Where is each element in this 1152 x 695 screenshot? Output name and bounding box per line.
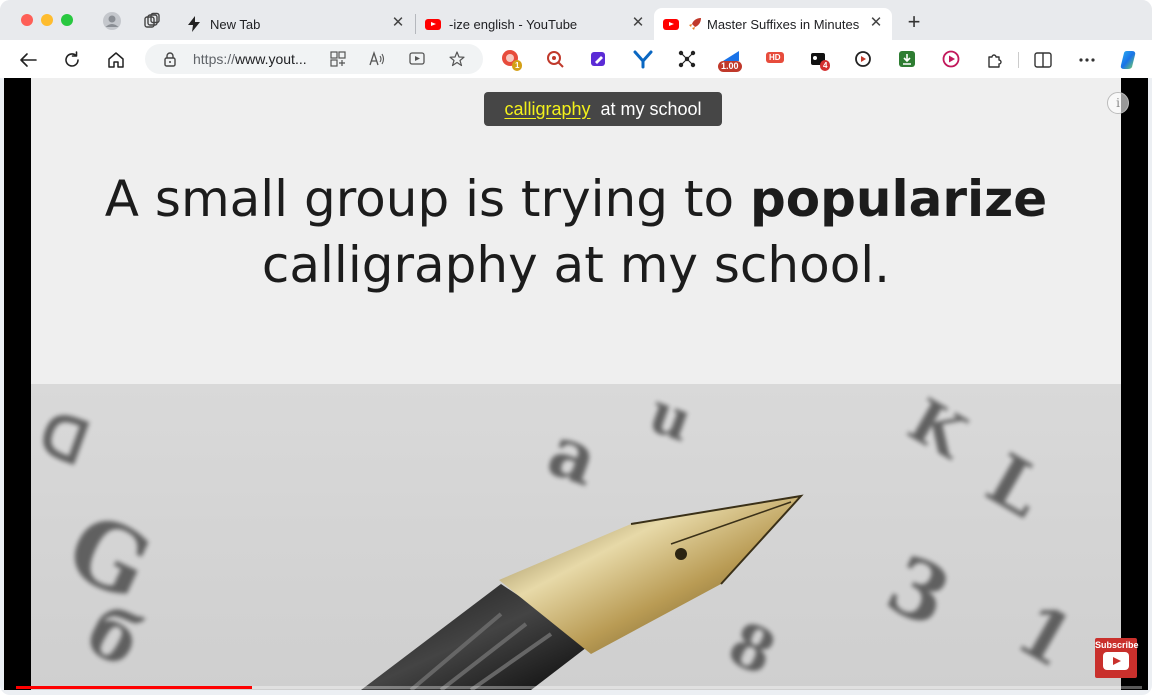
caption-highlight-word[interactable]: calligraphy: [504, 99, 590, 120]
favorite-star-icon[interactable]: [449, 51, 465, 72]
window-minimize-button[interactable]: [41, 14, 53, 26]
keyword-bold: popularize: [749, 170, 1048, 228]
read-aloud-icon[interactable]: [369, 50, 385, 72]
ext-record-icon[interactable]: 1: [501, 49, 523, 71]
ext-pen-icon[interactable]: [589, 49, 609, 69]
new-tab-button[interactable]: +: [904, 11, 924, 33]
tab-title: New Tab: [210, 16, 261, 32]
back-button[interactable]: [17, 49, 39, 71]
profile-icon[interactable]: [102, 11, 122, 31]
app-available-icon[interactable]: [330, 51, 346, 72]
ext-download-icon[interactable]: [897, 49, 917, 69]
sentence-line-2: calligraphy at my school.: [261, 236, 891, 294]
youtube-icon: [1103, 652, 1129, 670]
ext-speed-icon[interactable]: 1.00: [718, 49, 742, 72]
subscribe-watermark[interactable]: Subscribe: [1095, 638, 1139, 678]
ext-badge: 1.00: [718, 61, 742, 72]
address-bar[interactable]: https://www.yout...: [145, 44, 483, 74]
ext-badge: 1: [512, 60, 523, 71]
ext-play-icon[interactable]: [941, 49, 961, 69]
rocket-icon: [687, 16, 703, 32]
tab-close-icon[interactable]: ✕: [390, 15, 406, 31]
progress-bar-fill: [16, 686, 253, 689]
window-close-button[interactable]: [21, 14, 33, 26]
subtitle-caption: calligraphy at my school: [484, 92, 722, 126]
window-maximize-button[interactable]: [61, 14, 73, 26]
ext-hd-icon[interactable]: HD: [765, 49, 785, 69]
ext-video-icon[interactable]: [853, 49, 873, 69]
ext-y-icon[interactable]: [633, 49, 653, 69]
tab-strip: New Tab ✕ -ize english - YouTube ✕ Maste…: [0, 0, 1152, 40]
lock-icon[interactable]: [163, 51, 177, 72]
tab-title: Master Suffixes in Minutes:: [707, 16, 859, 32]
caption-text: at my school: [600, 98, 702, 119]
progress-bar[interactable]: [16, 686, 1142, 689]
ext-counter-icon[interactable]: 4: [809, 49, 831, 71]
workspaces-icon[interactable]: [142, 11, 162, 31]
tab-close-icon[interactable]: ✕: [868, 15, 884, 31]
sentence-line-1: A small group is trying to popularize: [104, 170, 1048, 228]
home-button[interactable]: [105, 49, 127, 71]
reload-button[interactable]: [61, 49, 83, 71]
ext-badge: 4: [820, 60, 831, 71]
fountain-pen-image: ᗡ G б a u K L 3 1 8: [31, 384, 1121, 690]
youtube-icon: [425, 16, 441, 32]
tab-master-suffixes[interactable]: Master Suffixes in Minutes: ✕: [654, 8, 892, 40]
url-text[interactable]: https://www.yout...: [193, 51, 307, 67]
ext-magnifier-icon[interactable]: [545, 49, 565, 69]
bolt-icon: [186, 16, 202, 32]
more-options-icon[interactable]: [1076, 49, 1098, 71]
ext-nodes-icon[interactable]: [677, 49, 697, 69]
tab-close-icon[interactable]: ✕: [630, 15, 646, 31]
slide-sentence: A small group is trying to popularize ca…: [4, 166, 1148, 298]
video-player[interactable]: ᗡ G б a u K L 3 1 8 calligraphy at my sc…: [4, 78, 1148, 690]
split-screen-icon[interactable]: [1032, 49, 1054, 71]
copilot-icon[interactable]: [1118, 49, 1140, 71]
pen-illustration: [361, 494, 804, 690]
info-button[interactable]: i: [1107, 92, 1129, 114]
browser-window: New Tab ✕ -ize english - YouTube ✕ Maste…: [0, 0, 1152, 695]
tab-title: -ize english - YouTube: [449, 16, 578, 32]
tab-ize-english-youtube[interactable]: -ize english - YouTube ✕: [416, 8, 654, 40]
tab-new-tab[interactable]: New Tab ✕: [176, 8, 414, 40]
picture-in-picture-icon[interactable]: [409, 51, 425, 72]
toolbar-divider: [1018, 52, 1019, 68]
youtube-icon: [663, 16, 679, 32]
extensions-puzzle-icon[interactable]: [984, 49, 1006, 71]
toolbar: https://www.yout... 1 1.00 HD 4: [0, 40, 1152, 78]
